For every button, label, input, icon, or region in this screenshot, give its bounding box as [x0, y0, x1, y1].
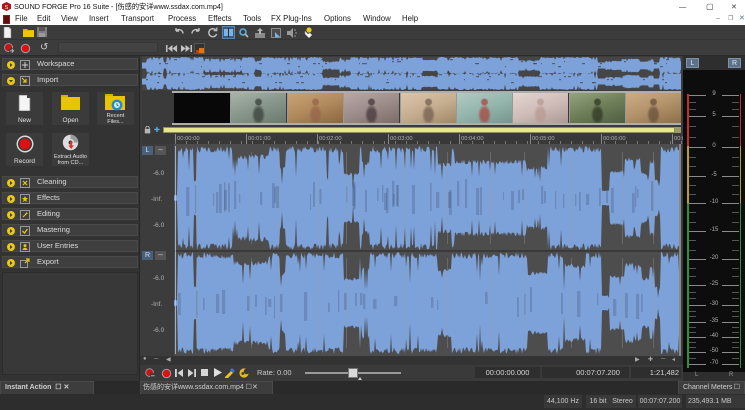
svg-text:S: S: [5, 5, 9, 11]
